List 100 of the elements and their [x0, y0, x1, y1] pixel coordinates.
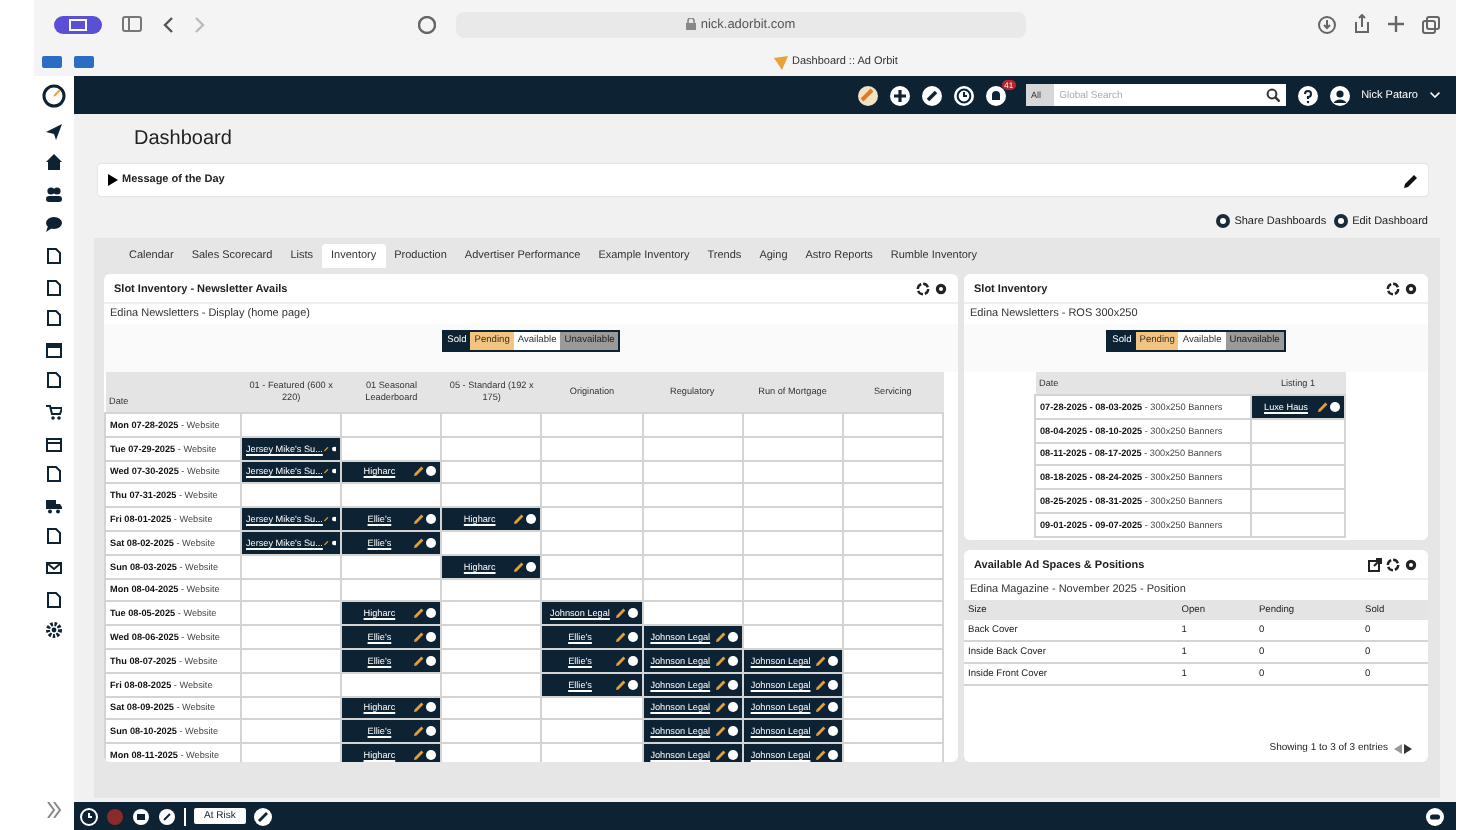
- sidebar-toggle-icon[interactable]: [122, 16, 142, 32]
- profile-button[interactable]: [54, 15, 102, 33]
- circle-icon[interactable]: [727, 679, 738, 690]
- pencil-icon[interactable]: [715, 632, 726, 643]
- tabs-icon[interactable]: [1422, 15, 1440, 33]
- circle-icon[interactable]: [627, 608, 638, 619]
- doc-icon[interactable]: [46, 528, 62, 545]
- back-icon[interactable]: [162, 15, 174, 33]
- pencil-icon[interactable]: [815, 726, 826, 737]
- truck-icon[interactable]: [46, 497, 62, 514]
- pencil-icon[interactable]: [414, 537, 425, 548]
- refresh-icon[interactable]: [1386, 282, 1400, 296]
- pencil-icon[interactable]: [1318, 401, 1328, 412]
- pencil-icon[interactable]: [1404, 173, 1418, 187]
- box-icon[interactable]: [46, 435, 62, 452]
- toggle-icon[interactable]: [1426, 807, 1444, 825]
- pencil-icon[interactable]: [615, 655, 626, 666]
- next-page-icon[interactable]: [1404, 743, 1412, 753]
- plus-circle-icon[interactable]: [889, 85, 910, 105]
- refresh-icon[interactable]: [916, 282, 930, 296]
- pencil-icon[interactable]: [815, 750, 826, 761]
- circle-icon[interactable]: [727, 632, 738, 643]
- circle-icon[interactable]: [426, 702, 437, 713]
- pencil-icon[interactable]: [815, 655, 826, 666]
- pencil-icon[interactable]: [815, 679, 826, 690]
- pencil-icon[interactable]: [414, 632, 425, 643]
- circle-icon[interactable]: [627, 679, 638, 690]
- pencil-icon[interactable]: [715, 750, 726, 761]
- envelope-icon[interactable]: [46, 559, 62, 576]
- pencil-icon[interactable]: [615, 679, 626, 690]
- pencil-icon[interactable]: [715, 702, 726, 713]
- settings-icon[interactable]: [1404, 282, 1418, 296]
- circle-icon[interactable]: [627, 632, 638, 643]
- circle-icon[interactable]: [426, 750, 437, 761]
- circle-icon[interactable]: [331, 443, 337, 454]
- refresh-icon[interactable]: [1386, 558, 1400, 572]
- circle-icon[interactable]: [526, 514, 537, 525]
- slot-cell: [1251, 465, 1345, 490]
- pencil-icon[interactable]: [715, 726, 726, 737]
- bell-icon[interactable]: [985, 85, 1006, 105]
- pencil-icon[interactable]: [414, 750, 425, 761]
- chevron-down-icon[interactable]: [1430, 92, 1440, 98]
- doc-icon[interactable]: [46, 372, 62, 389]
- circle-icon[interactable]: [827, 750, 838, 761]
- pencil-icon[interactable]: [815, 702, 826, 713]
- pencil-icon[interactable]: [414, 466, 425, 477]
- settings-icon[interactable]: [1404, 558, 1418, 572]
- slot-cell: [541, 483, 643, 508]
- download-icon[interactable]: [1318, 15, 1336, 33]
- settings-icon[interactable]: [934, 282, 948, 296]
- circle-icon[interactable]: [1330, 401, 1340, 412]
- pencil-icon[interactable]: [715, 655, 726, 666]
- circle-icon[interactable]: [526, 561, 537, 572]
- pencil-icon[interactable]: [414, 726, 425, 737]
- circle-icon[interactable]: [426, 632, 437, 643]
- doc-icon[interactable]: [46, 466, 62, 483]
- people-icon[interactable]: [46, 185, 62, 202]
- gear-icon[interactable]: [46, 622, 62, 639]
- help-icon[interactable]: [1297, 85, 1318, 105]
- slot-cell: [842, 507, 943, 531]
- circle-icon[interactable]: [627, 655, 638, 666]
- circle-icon[interactable]: [426, 655, 437, 666]
- circle-icon[interactable]: [827, 655, 838, 666]
- pencil-icon[interactable]: [615, 632, 626, 643]
- slot-cell: [642, 436, 743, 461]
- pencil-icon[interactable]: [615, 608, 626, 619]
- circle-icon[interactable]: [426, 537, 437, 548]
- pencil-icon[interactable]: [514, 514, 525, 525]
- pencil-icon[interactable]: [414, 514, 425, 525]
- cart-icon[interactable]: [46, 403, 62, 420]
- pencil-icon[interactable]: [715, 679, 726, 690]
- circle-icon[interactable]: [426, 514, 437, 525]
- circle-icon[interactable]: [426, 608, 437, 619]
- circle-icon[interactable]: [727, 702, 738, 713]
- paper-plane-icon[interactable]: [46, 123, 62, 140]
- circle-icon[interactable]: [727, 750, 738, 761]
- search-icon[interactable]: [1265, 88, 1280, 102]
- external-link-icon[interactable]: [1368, 558, 1382, 572]
- house-icon[interactable]: [46, 154, 62, 171]
- circle-icon[interactable]: [827, 702, 838, 713]
- circle-icon[interactable]: [827, 679, 838, 690]
- circle-icon[interactable]: [331, 466, 337, 477]
- pencil-icon[interactable]: [253, 807, 272, 825]
- clock-icon[interactable]: [953, 85, 974, 105]
- circle-icon[interactable]: [827, 726, 838, 737]
- circle-icon[interactable]: [331, 514, 337, 525]
- circle-icon[interactable]: [727, 655, 738, 666]
- pencil-icon[interactable]: [414, 702, 425, 713]
- circle-icon[interactable]: [426, 466, 437, 477]
- circle-icon[interactable]: [426, 726, 437, 737]
- circle-icon[interactable]: [727, 726, 738, 737]
- circle-icon[interactable]: [331, 537, 337, 548]
- pencil-icon[interactable]: [414, 608, 425, 619]
- plus-icon[interactable]: [1388, 16, 1404, 32]
- calendar-icon[interactable]: [46, 341, 62, 358]
- doc-icon[interactable]: [46, 591, 62, 607]
- pencil-icon[interactable]: [414, 655, 425, 666]
- expand-icon[interactable]: [46, 802, 62, 818]
- pencil-icon[interactable]: [514, 561, 525, 572]
- user-avatar-icon[interactable]: [1329, 85, 1350, 105]
